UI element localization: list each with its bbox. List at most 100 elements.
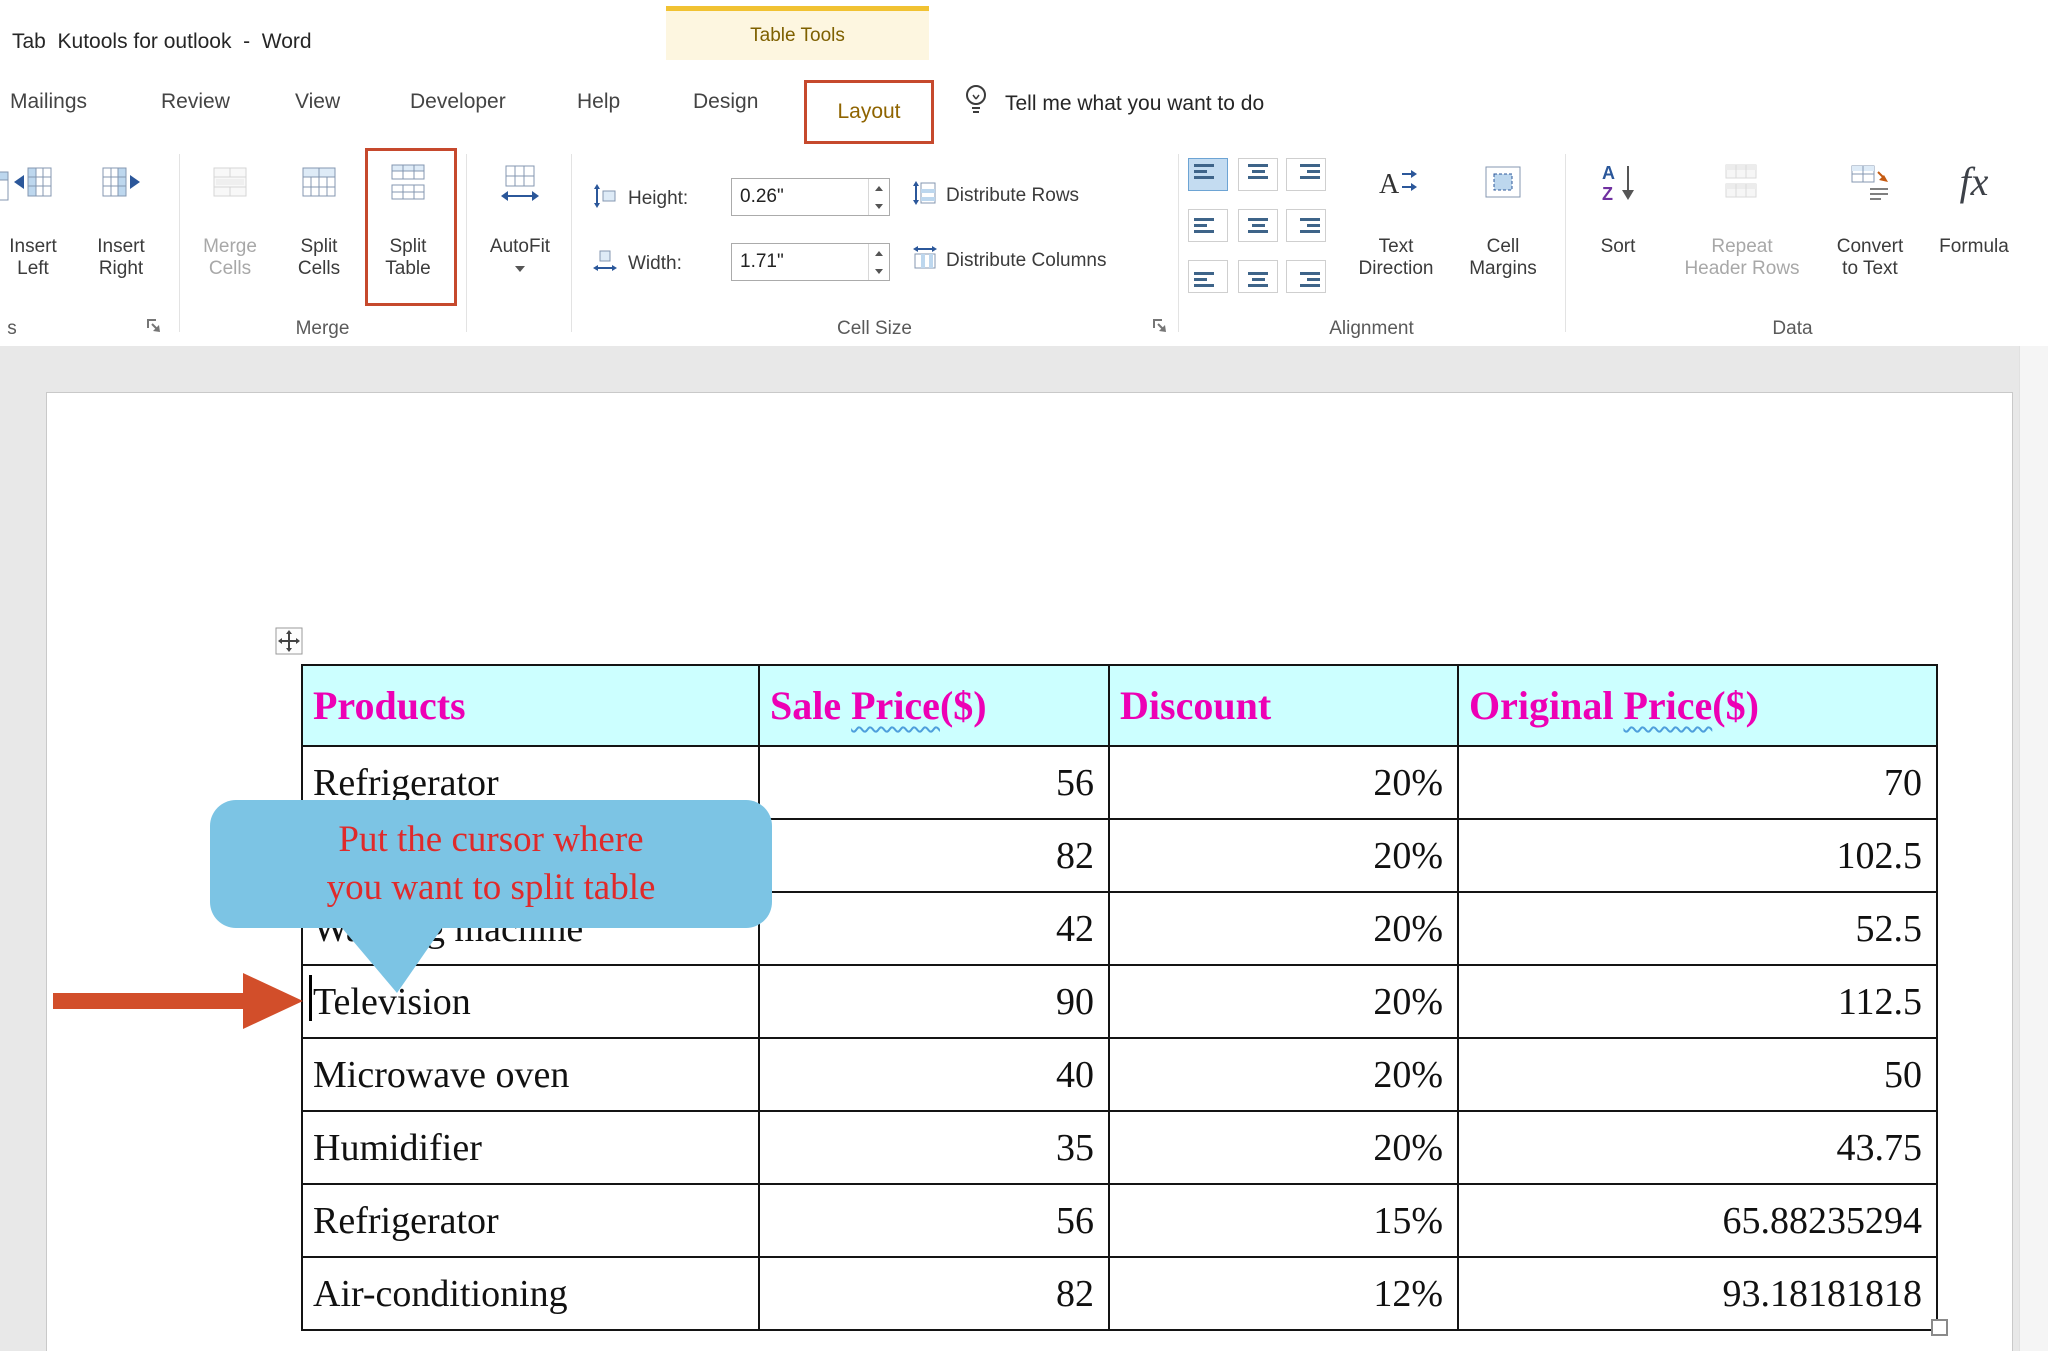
autofit-dropdown-caret bbox=[515, 266, 525, 272]
ribbon-layout-tab: InsertLeft InsertRight bbox=[0, 144, 2048, 347]
tab-layout-label: Layout bbox=[837, 100, 900, 124]
col-header-original-price[interactable]: Original Price($) bbox=[1458, 665, 1937, 746]
group-separator bbox=[466, 154, 467, 332]
group-separator bbox=[571, 154, 572, 332]
spin-down-icon[interactable] bbox=[869, 262, 889, 280]
tab-view[interactable]: View bbox=[295, 90, 340, 114]
ribbon-tab-row: Mailings Review View Developer Help Desi… bbox=[0, 60, 2048, 144]
align-bottom-left-button[interactable] bbox=[1188, 260, 1228, 293]
table-row-height-icon bbox=[592, 183, 618, 209]
align-bottom-right-button[interactable] bbox=[1286, 260, 1326, 293]
height-input[interactable]: 0.26" bbox=[731, 178, 890, 216]
group-separator bbox=[179, 154, 180, 332]
table-header-row[interactable]: Products Sale Price($) Discount Original… bbox=[302, 665, 1937, 746]
callout-bubble: Put the cursor where you want to split t… bbox=[210, 800, 772, 928]
red-arrow-head bbox=[243, 973, 303, 1029]
cell-margins-button[interactable]: CellMargins bbox=[1461, 150, 1545, 310]
group-label-data: Data bbox=[1565, 318, 2020, 340]
cell-size-dialog-launcher-icon[interactable] bbox=[1150, 316, 1170, 336]
cell-margins-icon bbox=[1481, 160, 1525, 206]
group-label-alignment: Alignment bbox=[1178, 318, 1565, 340]
align-center-right-button[interactable] bbox=[1286, 209, 1326, 242]
table-row[interactable]: Air-conditioning 82 12% 93.18181818 bbox=[302, 1257, 1937, 1330]
table-row[interactable]: Refrigerator 56 15% 65.88235294 bbox=[302, 1184, 1937, 1257]
group-separator bbox=[1565, 154, 1566, 332]
tab-developer[interactable]: Developer bbox=[410, 90, 506, 114]
table-move-handle-icon[interactable] bbox=[275, 627, 303, 655]
height-spinner[interactable] bbox=[868, 179, 889, 215]
table-row[interactable]: Microwave oven 40 20% 50 bbox=[302, 1038, 1937, 1111]
products-table[interactable]: Products Sale Price($) Discount Original… bbox=[301, 664, 1938, 1331]
svg-text:A: A bbox=[1602, 163, 1615, 183]
table-row-television[interactable]: Television 90 20% 112.5 bbox=[302, 965, 1937, 1038]
height-label: Height: bbox=[628, 188, 688, 210]
formula-fx-icon: fx bbox=[1960, 160, 1989, 206]
group-label-cell-size: Cell Size bbox=[571, 318, 1178, 340]
insert-right-icon bbox=[99, 160, 143, 206]
col-header-products[interactable]: Products bbox=[302, 665, 759, 746]
split-table-button[interactable]: SplitTable bbox=[369, 150, 447, 310]
align-top-center-button[interactable] bbox=[1238, 158, 1278, 191]
distribute-rows-icon bbox=[912, 180, 938, 212]
tab-design[interactable]: Design bbox=[693, 90, 758, 114]
align-center-left-button[interactable] bbox=[1188, 209, 1228, 242]
merge-cells-button: MergeCells bbox=[191, 150, 269, 310]
vertical-scrollbar[interactable] bbox=[2019, 346, 2048, 1351]
align-top-left-button[interactable] bbox=[1188, 158, 1228, 191]
col-header-sale-price[interactable]: Sale Price($) bbox=[759, 665, 1109, 746]
split-cells-button[interactable]: SplitCells bbox=[280, 150, 358, 310]
table-resize-handle[interactable] bbox=[1931, 1319, 1948, 1336]
text-direction-icon: A bbox=[1374, 160, 1418, 206]
lightbulb-icon bbox=[960, 82, 992, 118]
distribute-columns-icon bbox=[912, 245, 938, 277]
window-title: Tab Kutools for outlook - Word bbox=[12, 30, 312, 54]
tab-layout[interactable]: Layout bbox=[804, 80, 934, 144]
callout-line2: you want to split table bbox=[327, 864, 656, 912]
title-bar: Tab Kutools for outlook - Word Table Too… bbox=[0, 0, 2048, 60]
rows-columns-dialog-launcher-icon[interactable] bbox=[144, 316, 164, 336]
callout-line1: Put the cursor where bbox=[338, 816, 643, 864]
spin-down-icon[interactable] bbox=[869, 197, 889, 215]
autofit-button[interactable]: AutoFit bbox=[480, 150, 560, 310]
spin-up-icon[interactable] bbox=[869, 179, 889, 197]
document-page[interactable]: Products Sale Price($) Discount Original… bbox=[46, 392, 2013, 1351]
repeat-header-rows-icon bbox=[1720, 160, 1764, 206]
text-direction-button[interactable]: A TextDirection bbox=[1354, 150, 1438, 310]
insert-left-icon bbox=[11, 160, 55, 206]
svg-text:Z: Z bbox=[1602, 184, 1613, 204]
convert-to-text-button[interactable]: Convertto Text bbox=[1816, 150, 1924, 310]
document-area: Products Sale Price($) Discount Original… bbox=[0, 346, 2048, 1351]
repeat-header-rows-button: RepeatHeader Rows bbox=[1683, 150, 1801, 310]
table-row[interactable]: Humidifier 35 20% 43.75 bbox=[302, 1111, 1937, 1184]
width-spinner[interactable] bbox=[868, 244, 889, 280]
formula-button[interactable]: fx Formula bbox=[1930, 150, 2018, 310]
col-header-discount[interactable]: Discount bbox=[1109, 665, 1458, 746]
contextual-tab-group-table-tools: Table Tools bbox=[666, 6, 929, 60]
convert-to-text-icon bbox=[1848, 160, 1892, 206]
sort-button[interactable]: A Z Sort bbox=[1578, 150, 1658, 310]
align-top-right-button[interactable] bbox=[1286, 158, 1326, 191]
tab-help[interactable]: Help bbox=[577, 90, 620, 114]
insert-right-button[interactable]: InsertRight bbox=[82, 150, 160, 310]
text-cursor-caret bbox=[309, 975, 312, 1021]
tellme-box[interactable]: Tell me what you want to do bbox=[1005, 92, 1264, 116]
align-center-button[interactable] bbox=[1238, 209, 1278, 242]
spin-up-icon[interactable] bbox=[869, 244, 889, 262]
group-label-partial: s bbox=[0, 318, 24, 340]
merge-cells-icon bbox=[208, 160, 252, 206]
align-bottom-center-button[interactable] bbox=[1238, 260, 1278, 293]
split-cells-icon bbox=[297, 160, 341, 206]
distribute-columns-button[interactable]: Distribute Columns bbox=[912, 245, 1107, 277]
autofit-icon bbox=[498, 160, 542, 206]
sort-icon: A Z bbox=[1596, 160, 1640, 206]
width-label: Width: bbox=[628, 253, 682, 275]
distribute-rows-button[interactable]: Distribute Rows bbox=[912, 180, 1079, 212]
table-column-width-icon bbox=[592, 248, 618, 274]
word-window: Tab Kutools for outlook - Word Table Too… bbox=[0, 0, 2048, 1351]
svg-text:A: A bbox=[1379, 169, 1400, 200]
width-input[interactable]: 1.71" bbox=[731, 243, 890, 281]
tab-mailings[interactable]: Mailings bbox=[10, 90, 87, 114]
tab-review[interactable]: Review bbox=[161, 90, 230, 114]
insert-left-button[interactable]: InsertLeft bbox=[0, 150, 70, 310]
table-tools-label: Table Tools bbox=[750, 25, 845, 47]
